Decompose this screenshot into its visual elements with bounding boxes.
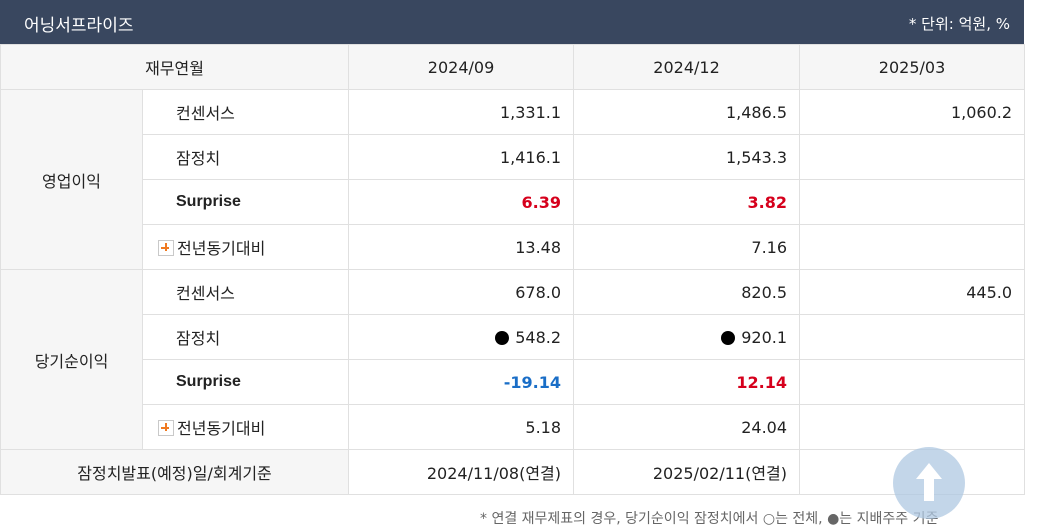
table-row: 잠정치발표(예정)일/회계기준 2024/11/08(연결) 2025/02/1… (0, 449, 1026, 495)
row-label: Surprise (141, 359, 350, 405)
table-cell: 1,486.5 (573, 89, 801, 135)
group-label-net: 당기순이익 (0, 269, 143, 450)
row-label-expandable[interactable]: 전년동기대비 (141, 404, 350, 450)
period-header: 2024/09 (348, 44, 575, 90)
period-header: 2024/12 (573, 44, 801, 90)
table-row: 영업이익 컨센서스 1,331.1 1,486.5 1,060.2 (0, 89, 1026, 270)
table-row: Surprise 6.39 3.82 (1, 179, 1026, 225)
row-label: 전년동기대비 (177, 239, 266, 258)
unit-note: * 단위: 억원, % (908, 15, 1010, 33)
surprise-value: 12.14 (573, 359, 801, 405)
table-cell (799, 179, 1026, 225)
table-cell (799, 314, 1026, 360)
table-cell: 548.2 (348, 314, 575, 360)
surprise-value: -19.14 (348, 359, 575, 405)
table-cell (799, 224, 1026, 270)
table-cell: 13.48 (348, 224, 575, 270)
plus-icon[interactable] (158, 420, 174, 436)
row-label: Surprise (141, 179, 350, 225)
scroll-to-top-button[interactable] (893, 447, 965, 519)
table-cell: 820.5 (573, 269, 801, 315)
plus-icon[interactable] (158, 240, 174, 256)
group-label-operating: 영업이익 (0, 89, 143, 270)
table-cell (799, 134, 1026, 180)
period-header: 2025/03 (799, 44, 1026, 90)
table-cell: 7.16 (573, 224, 801, 270)
table-row: 전년동기대비 13.48 7.16 (1, 224, 1026, 270)
table-row: 전년동기대비 5.18 24.04 (1, 404, 1026, 450)
row-label-expandable[interactable]: 전년동기대비 (141, 224, 350, 270)
table-row: 당기순이익 컨센서스 678.0 820.5 445.0 (0, 269, 1026, 450)
surprise-value: 6.39 (348, 179, 575, 225)
row-label: 전년동기대비 (177, 419, 266, 438)
announce-date: 2025/02/11(연결) (573, 449, 801, 495)
table-cell: 1,416.1 (348, 134, 575, 180)
panel-title: 어닝서프라이즈 (24, 16, 134, 36)
earnings-surprise-table: 재무연월 2024/09 2024/12 2025/03 영업이익 컨센서스 1… (0, 44, 1026, 495)
table-cell: 1,331.1 (348, 89, 575, 135)
panel-header: 어닝서프라이즈 * 단위: 억원, % (0, 0, 1024, 44)
table-cell: 678.0 (348, 269, 575, 315)
row-label: 잠정치 (141, 134, 350, 180)
arrow-up-icon (916, 463, 942, 501)
table-cell: 1,543.3 (573, 134, 801, 180)
table-cell: 24.04 (573, 404, 801, 450)
table-row: 잠정치 1,416.1 1,543.3 (1, 134, 1026, 180)
table-cell (799, 359, 1026, 405)
table-row: 잠정치 548.2 920.1 (1, 314, 1026, 360)
row-label: 잠정치 (141, 314, 350, 360)
announce-date: 2024/11/08(연결) (348, 449, 575, 495)
table-header-row: 재무연월 2024/09 2024/12 2025/03 (0, 44, 1026, 90)
table-cell: 920.1 (573, 314, 801, 360)
surprise-value: 3.82 (573, 179, 801, 225)
table-cell (799, 404, 1026, 450)
filled-circle-icon (495, 330, 510, 345)
table-row: Surprise -19.14 12.14 (1, 359, 1026, 405)
table-cell: 445.0 (799, 269, 1026, 315)
filled-circle-icon (721, 330, 736, 345)
table-cell: 5.18 (348, 404, 575, 450)
period-header-label: 재무연월 (0, 44, 350, 90)
row-label: 컨센서스 (141, 269, 350, 315)
table-cell: 1,060.2 (799, 89, 1026, 135)
announce-label: 잠정치발표(예정)일/회계기준 (0, 449, 350, 495)
row-label: 컨센서스 (141, 89, 350, 135)
